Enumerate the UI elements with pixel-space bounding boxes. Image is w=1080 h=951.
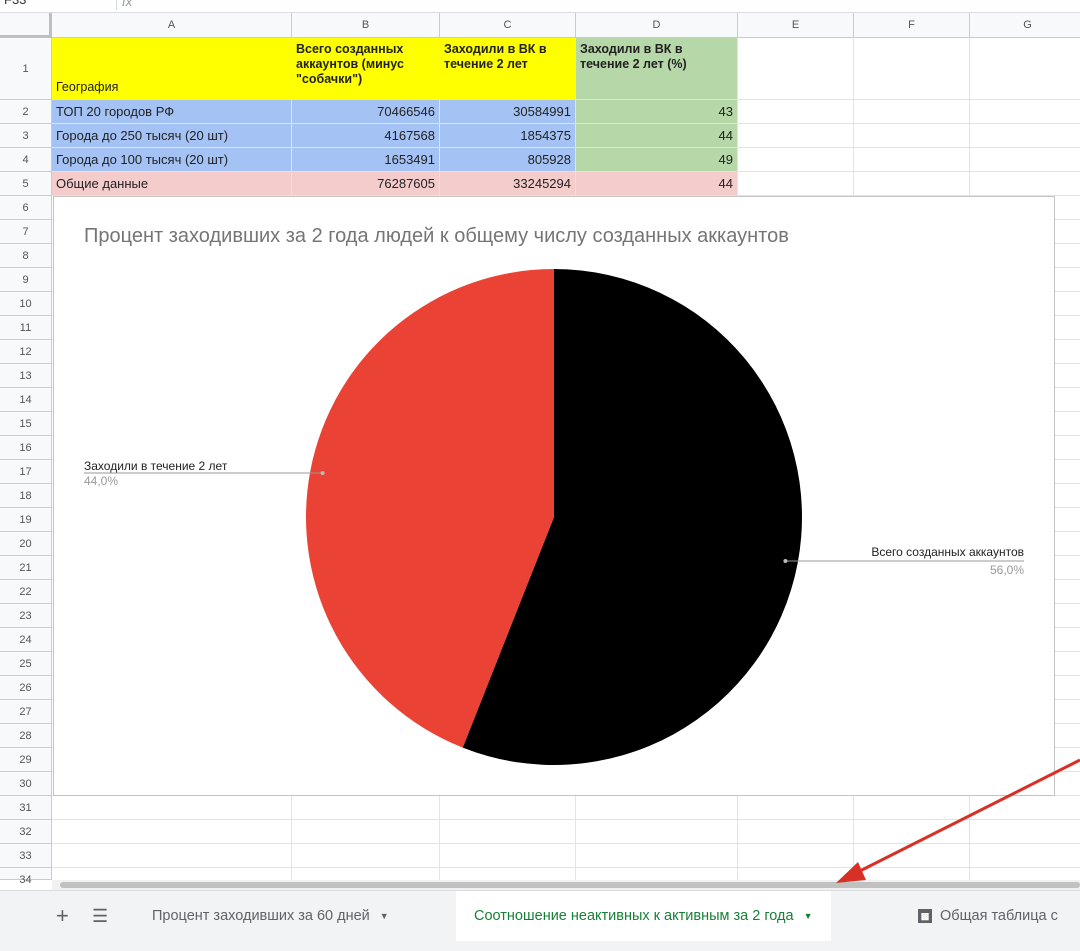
row-header-11[interactable]: 11 [0,316,52,340]
cell-a4[interactable]: Города до 100 тысяч (20 шт) [52,148,292,172]
tab-label: Процент заходивших за 60 дней [152,908,370,924]
slice-label-left: Заходили в течение 2 лет [84,459,228,473]
formula-bar: F33 fx [0,0,1080,13]
grid-line [52,843,1080,844]
row-header-32[interactable]: 32 [0,820,52,844]
row-header-23[interactable]: 23 [0,604,52,628]
row-header-13[interactable]: 13 [0,364,52,388]
row-header-27[interactable]: 27 [0,700,52,724]
tab-inactive-active-2-years[interactable]: Соотношение неактивных к активным за 2 г… [456,891,831,941]
leader-dot-1 [320,471,325,475]
row-header-5[interactable]: 5 [0,172,52,196]
row-header-16[interactable]: 16 [0,436,52,460]
leader-dot-0 [783,559,788,563]
scrollbar-thumb[interactable] [60,882,1080,888]
row-header-4[interactable]: 4 [0,148,52,172]
cell-a3[interactable]: Города до 250 тысяч (20 шт) [52,124,292,148]
column-header-b[interactable]: B [292,13,440,38]
cell-b5[interactable]: 76287605 [292,172,440,196]
cell-b4[interactable]: 1653491 [292,148,440,172]
pie-chart-canvas [84,269,1024,765]
row-header-9[interactable]: 9 [0,268,52,292]
select-all-corner[interactable] [0,13,52,38]
grid-line [52,819,1080,820]
row-header-26[interactable]: 26 [0,676,52,700]
column-header-c[interactable]: C [440,13,576,38]
column-header-a[interactable]: A [52,13,292,38]
cell-a5[interactable]: Общие данные [52,172,292,196]
chevron-down-icon[interactable]: ▼ [804,891,813,941]
sheet-tab-bar: + ☰ Процент заходивших за 60 дней ▼ Соотн… [0,890,1080,951]
row-header-19[interactable]: 19 [0,508,52,532]
pivot-table-icon: ▩ [918,909,932,924]
tab-percent-60-days[interactable]: Процент заходивших за 60 дней ▼ [134,891,407,941]
row-header-21[interactable]: 21 [0,556,52,580]
cell-d1[interactable]: Заходили в ВК в течение 2 лет (%) [576,38,738,100]
tab-general-table[interactable]: ▩ Общая таблица с [900,891,1076,941]
column-header-e[interactable]: E [738,13,854,38]
pie-chart[interactable]: Процент заходивших за 2 года людей к общ… [53,196,1055,796]
row-header-34[interactable]: 34 [0,868,52,886]
row-header-10[interactable]: 10 [0,292,52,316]
column-header-g[interactable]: G [970,13,1080,38]
cell-d5[interactable]: 44 [576,172,738,196]
tab-label: Соотношение неактивных к активным за 2 г… [474,908,794,924]
cell-c3[interactable]: 1854375 [440,124,576,148]
grid-line [52,867,1080,868]
cell-b1[interactable]: Всего созданных аккаунтов (минус "собачк… [292,38,440,100]
row-header-29[interactable]: 29 [0,748,52,772]
chevron-down-icon[interactable]: ▼ [380,891,389,941]
cell-b2[interactable]: 70466546 [292,100,440,124]
slice-percent-left: 44,0% [84,474,119,488]
plus-icon[interactable]: + [56,903,69,929]
cell-d2[interactable]: 43 [576,100,738,124]
row-header-7[interactable]: 7 [0,220,52,244]
cell-c4[interactable]: 805928 [440,148,576,172]
list-icon[interactable]: ☰ [92,903,108,929]
row-header-22[interactable]: 22 [0,580,52,604]
row-header-1[interactable]: 1 [0,38,52,100]
row-header-24[interactable]: 24 [0,628,52,652]
cell-d4[interactable]: 49 [576,148,738,172]
row-header-6[interactable]: 6 [0,196,52,220]
tab-label: Общая таблица с [940,908,1058,924]
cell-c2[interactable]: 30584991 [440,100,576,124]
slice-percent-right: 56,0% [989,563,1024,577]
slice-label-right: Всего созданных аккаунтов [871,545,1024,559]
row-header-17[interactable]: 17 [0,460,52,484]
fx-icon: fx [122,0,133,9]
cell-a1[interactable]: География [52,38,292,100]
row-header-12[interactable]: 12 [0,340,52,364]
row-header-30[interactable]: 30 [0,772,52,796]
column-header-d[interactable]: D [576,13,738,38]
row-header-15[interactable]: 15 [0,412,52,436]
row-header-2[interactable]: 2 [0,100,52,124]
row-header-28[interactable]: 28 [0,724,52,748]
row-header-14[interactable]: 14 [0,388,52,412]
row-header-18[interactable]: 18 [0,484,52,508]
cell-c5[interactable]: 33245294 [440,172,576,196]
cell-b3[interactable]: 4167568 [292,124,440,148]
row-header-3[interactable]: 3 [0,124,52,148]
row-header-8[interactable]: 8 [0,244,52,268]
name-box[interactable]: F33 [0,0,117,10]
column-header-f[interactable]: F [854,13,970,38]
row-header-31[interactable]: 31 [0,796,52,820]
cell-c1[interactable]: Заходили в ВК в течение 2 лет [440,38,576,100]
row-header-33[interactable]: 33 [0,844,52,868]
horizontal-scrollbar[interactable] [52,880,1080,890]
cell-a2[interactable]: ТОП 20 городов РФ [52,100,292,124]
row-header-25[interactable]: 25 [0,652,52,676]
row-header-20[interactable]: 20 [0,532,52,556]
cell-d3[interactable]: 44 [576,124,738,148]
